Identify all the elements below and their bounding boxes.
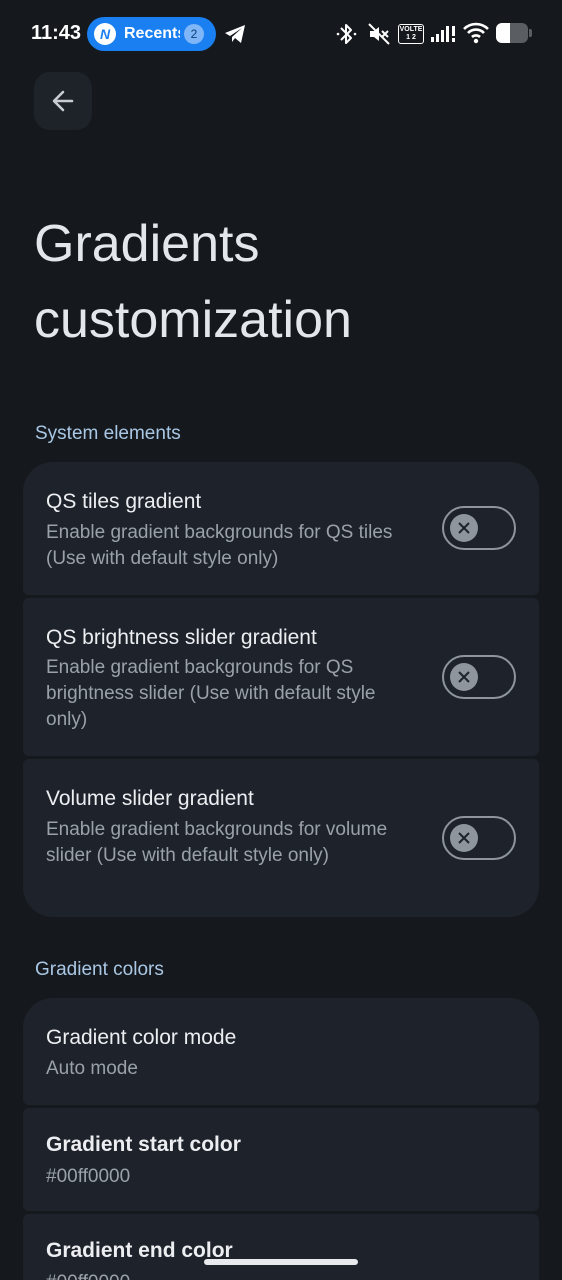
status-bar: 11:43 N Recents 2 VOLTE 1 2 <box>0 0 562 68</box>
page-title: Gradients customization <box>34 215 352 349</box>
back-button[interactable] <box>34 72 92 130</box>
setting-gradient-color-mode[interactable]: Gradient color mode Auto mode <box>23 998 539 1105</box>
setting-description: Enable gradient backgrounds for QS brigh… <box>46 657 376 730</box>
recents-app-icon: N <box>94 23 116 45</box>
setting-description: Enable gradient backgrounds for QS tiles… <box>46 522 393 569</box>
setting-title: Gradient color mode <box>46 1026 237 1049</box>
setting-qs-tiles-gradient[interactable]: QS tiles gradient Enable gradient backgr… <box>23 462 539 595</box>
setting-title: Volume slider gradient <box>46 787 254 810</box>
recents-label: Recents <box>124 25 180 42</box>
signal-icon <box>431 26 455 42</box>
status-time: 11:43 <box>31 22 82 44</box>
close-icon <box>458 671 470 683</box>
section-header-system-elements: System elements <box>35 423 181 444</box>
wifi-icon <box>463 22 489 44</box>
setting-gradient-end-color[interactable]: Gradient end color #00ff0000 <box>23 1214 539 1280</box>
battery-level-fill <box>496 23 511 43</box>
setting-value: Auto mode <box>46 1058 138 1079</box>
setting-volume-slider-gradient[interactable]: Volume slider gradient Enable gradient b… <box>23 759 539 917</box>
qs-brightness-slider-gradient-toggle[interactable] <box>442 655 516 699</box>
recents-chip[interactable]: N Recents 2 <box>87 17 216 51</box>
setting-qs-brightness-slider-gradient[interactable]: QS brightness slider gradient Enable gra… <box>23 598 539 756</box>
qs-tiles-gradient-toggle[interactable] <box>442 506 516 550</box>
telegram-icon <box>225 25 245 43</box>
mute-icon <box>368 23 390 45</box>
setting-description: Enable gradient backgrounds for volume s… <box>46 819 388 866</box>
close-icon <box>458 832 470 844</box>
recents-count-badge: 2 <box>184 24 204 44</box>
volume-slider-gradient-toggle[interactable] <box>442 816 516 860</box>
arrow-left-icon <box>52 90 74 112</box>
setting-title: Gradient start color <box>46 1133 241 1156</box>
close-icon <box>458 522 470 534</box>
setting-value: #00ff0000 <box>46 1166 131 1187</box>
setting-title: QS tiles gradient <box>46 490 202 513</box>
section-header-gradient-colors: Gradient colors <box>35 959 164 980</box>
volte-icon: VOLTE 1 2 <box>398 24 424 44</box>
bluetooth-icon <box>336 24 357 44</box>
setting-value: #00ff0000 <box>46 1270 416 1280</box>
battery-icon <box>496 23 532 43</box>
setting-gradient-start-color[interactable]: Gradient start color #00ff0000 <box>23 1108 539 1211</box>
setting-title: QS brightness slider gradient <box>46 626 317 649</box>
home-indicator[interactable] <box>204 1259 358 1265</box>
